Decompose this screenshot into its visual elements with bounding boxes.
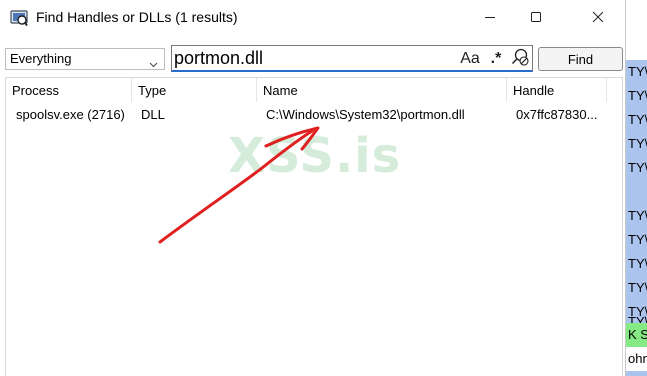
match-case-icon: Aa [460,50,480,67]
cell-process: spoolsv.exe (2716) [16,107,125,122]
search-box: Aa .* [171,45,533,72]
background-cell: TY\ [628,256,647,271]
column-header-handle[interactable]: Handle [507,78,607,102]
process-explorer-icon [10,9,28,27]
results-list[interactable]: Process Type Name Handle spoolsv.exe (27… [5,77,623,376]
type-filter-value: Everything [10,51,72,66]
background-cell: TY\ [628,64,647,79]
background-cell: TY\ [628,232,647,247]
minimize-button[interactable] [467,0,513,36]
chevron-down-icon [149,55,158,68]
background-cell: TY\ [628,160,647,175]
window-title: Find Handles or DLLs (1 results) [36,9,238,25]
background-cell: TY\ [628,280,647,295]
background-cell-highlighted: K S [626,323,647,347]
column-header-type[interactable]: Type [132,78,257,102]
find-button[interactable]: Find [538,47,623,71]
search-clear-icon [510,47,530,72]
regex-toggle[interactable]: .* [485,48,507,70]
background-cell: TY\ [628,112,647,127]
background-cell: TY\ [628,88,647,103]
clear-search-button[interactable] [509,48,531,70]
type-filter-dropdown[interactable]: Everything [5,48,165,70]
background-cell: TY\ [628,208,647,223]
title-bar[interactable]: Find Handles or DLLs (1 results) [0,0,625,36]
close-button[interactable] [575,0,621,36]
column-header-process[interactable]: Process [6,78,132,102]
minimize-icon [484,10,496,26]
search-input[interactable] [174,47,454,69]
cell-type: DLL [141,107,165,122]
maximize-icon [530,10,542,26]
table-row[interactable]: spoolsv.exe (2716) DLL C:\Windows\System… [6,104,622,126]
regex-icon: .* [490,50,502,67]
find-handles-dialog: Find Handles or DLLs (1 results) Everyth… [0,0,626,376]
background-cell: ohnA [626,347,647,371]
match-case-toggle[interactable]: Aa [458,48,482,70]
background-window-strip: TY\ TY\ TY\ TY\ TY\ TY\ TY\ TY\ TY\ TY\ … [626,60,647,376]
cell-name: C:\Windows\System32\portmon.dll [266,107,465,122]
cell-handle: 0x7ffc87830... [516,107,598,122]
background-cell: TY\ [628,136,647,151]
close-icon [592,10,604,26]
column-header-name[interactable]: Name [257,78,507,102]
maximize-button[interactable] [513,0,559,36]
